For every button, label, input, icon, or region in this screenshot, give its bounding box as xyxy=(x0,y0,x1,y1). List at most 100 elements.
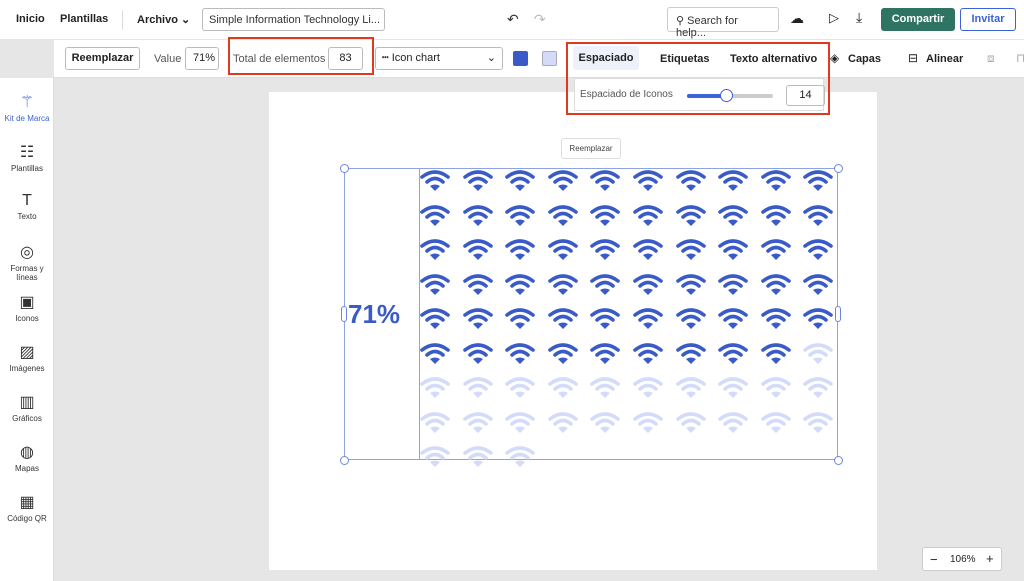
wifi-icon xyxy=(803,204,834,226)
top-bar: Inicio Plantillas Archivo ⌄ Simple Infor… xyxy=(0,0,1024,40)
resize-handle[interactable] xyxy=(834,164,843,173)
sidebar-item-label: Plantillas xyxy=(10,164,43,173)
sidebar-item-7[interactable]: ◍ Mapas xyxy=(0,442,54,473)
wifi-icon xyxy=(590,239,621,260)
wifi-icon xyxy=(675,411,706,433)
undo-icon[interactable]: ↶ xyxy=(507,11,519,28)
wifi-icon xyxy=(462,342,493,364)
present-icon[interactable]: ▷ xyxy=(829,10,839,26)
zoom-out-button[interactable]: − xyxy=(930,552,938,567)
zoom-in-button[interactable]: + xyxy=(986,551,994,566)
wifi-icon xyxy=(803,411,834,433)
tab-labels[interactable]: Etiquetas xyxy=(660,53,710,65)
wifi-icon xyxy=(590,342,621,364)
wifi-icon xyxy=(547,204,578,226)
wifi-icon xyxy=(462,377,493,398)
nav-templates[interactable]: Plantillas xyxy=(60,13,108,25)
sidebar-item-8[interactable]: ▦ Código QR xyxy=(0,492,54,523)
wifi-icon xyxy=(547,273,578,295)
resize-handle[interactable] xyxy=(341,306,347,322)
file-menu[interactable]: Archivo ⌄ xyxy=(137,13,190,26)
wifi-icon xyxy=(803,239,834,260)
invite-button[interactable]: Invitar xyxy=(960,8,1016,31)
total-input[interactable]: 83 xyxy=(328,47,363,70)
search-placeholder: Search for help... xyxy=(676,15,738,39)
spacing-input[interactable]: 14 xyxy=(786,85,825,106)
qr-icon: ▦ xyxy=(19,494,35,511)
sidebar-item-5[interactable]: ▨ Imágenes xyxy=(0,342,54,373)
wifi-icon xyxy=(505,411,535,433)
cloud-sync-icon[interactable]: ☁ xyxy=(790,10,804,27)
sidebar-item-3[interactable]: ◎ Formas y líneas xyxy=(0,242,54,282)
tab-alt-text[interactable]: Texto alternativo xyxy=(730,53,817,65)
percent-label: 71% xyxy=(348,299,401,329)
chart-type-label: Icon chart xyxy=(391,52,440,64)
wifi-icon xyxy=(505,377,535,398)
redo-icon[interactable]: ↷ xyxy=(534,11,546,28)
wifi-icon xyxy=(675,342,706,364)
wifi-icon xyxy=(505,273,535,295)
chart-type-select[interactable]: ┅ Icon chart ⌄ xyxy=(375,47,503,70)
wifi-icon xyxy=(633,170,663,191)
download-icon[interactable]: ⤓ xyxy=(856,9,862,26)
resize-handle[interactable] xyxy=(340,456,349,465)
document-title-input[interactable]: Simple Information Technology Li... xyxy=(202,8,385,31)
wifi-icon xyxy=(718,308,748,329)
search-help-input[interactable]: ⚲ Search for help... xyxy=(667,7,779,39)
wifi-icon xyxy=(760,204,791,226)
wifi-icon xyxy=(462,204,493,226)
tab-spacing-label: Espaciado xyxy=(578,52,634,64)
zoom-level[interactable]: 106% xyxy=(950,554,976,565)
replace-button[interactable]: Reemplazar xyxy=(65,47,140,70)
sidebar-item-6[interactable]: ▥ Gráficos xyxy=(0,392,54,423)
sidebar-item-4[interactable]: ▣ Iconos xyxy=(0,292,54,323)
slider-handle[interactable] xyxy=(719,89,733,102)
sidebar-item-0[interactable]: ⚚ Kit de Marca xyxy=(0,92,54,123)
wifi-icon xyxy=(718,342,748,364)
wifi-icon xyxy=(633,342,663,364)
resize-handle[interactable] xyxy=(835,306,841,322)
wifi-icon xyxy=(462,308,493,329)
wifi-icon xyxy=(675,204,706,226)
wifi-icon xyxy=(590,273,621,295)
fill-color-swatch[interactable] xyxy=(513,51,528,66)
spacing-slider[interactable] xyxy=(687,89,773,102)
tab-spacing[interactable]: Espaciado xyxy=(573,46,639,70)
layers-button[interactable]: Capas xyxy=(848,53,881,65)
sidebar-item-label: Gráficos xyxy=(12,414,42,423)
wifi-icon xyxy=(547,342,578,364)
share-button[interactable]: Compartir xyxy=(881,8,955,31)
wifi-icon xyxy=(590,377,621,398)
wifi-icon xyxy=(420,411,450,433)
wifi-icon xyxy=(718,239,748,260)
wifi-icon xyxy=(462,411,493,433)
resize-handle[interactable] xyxy=(340,164,349,173)
sidebar-item-label: Código QR xyxy=(7,514,47,523)
wifi-icon xyxy=(505,239,535,260)
group-icon[interactable]: ⧈ xyxy=(987,51,995,66)
sidebar-item-label: Mapas xyxy=(14,464,39,473)
sidebar-item-2[interactable]: T Texto xyxy=(0,192,54,221)
empty-color-swatch[interactable] xyxy=(542,51,557,66)
align-icon: ⊟ xyxy=(908,51,919,65)
value-input[interactable]: 71% xyxy=(185,47,219,70)
nav-home[interactable]: Inicio xyxy=(16,13,45,25)
lock-icon[interactable]: ⊓ xyxy=(1016,51,1024,65)
wifi-icon xyxy=(547,308,578,329)
wifi-icon xyxy=(675,273,706,295)
wifi-icon xyxy=(590,411,621,433)
resize-handle[interactable] xyxy=(834,456,843,465)
sidebar-item-1[interactable]: ☷ Plantillas xyxy=(0,142,54,173)
wifi-icon xyxy=(633,273,663,295)
wifi-icon xyxy=(505,446,535,467)
wifi-icon xyxy=(420,342,450,364)
image-icon: ▨ xyxy=(19,344,35,361)
total-label: Total de elementos xyxy=(233,53,326,65)
wifi-icon xyxy=(718,377,748,398)
wifi-icon xyxy=(547,377,578,398)
wifi-icon xyxy=(547,239,578,260)
wifi-icon xyxy=(420,377,450,398)
align-button[interactable]: Alinear xyxy=(926,53,963,65)
wifi-icon xyxy=(718,170,748,191)
replace-tooltip[interactable]: Reemplazar xyxy=(561,138,621,159)
